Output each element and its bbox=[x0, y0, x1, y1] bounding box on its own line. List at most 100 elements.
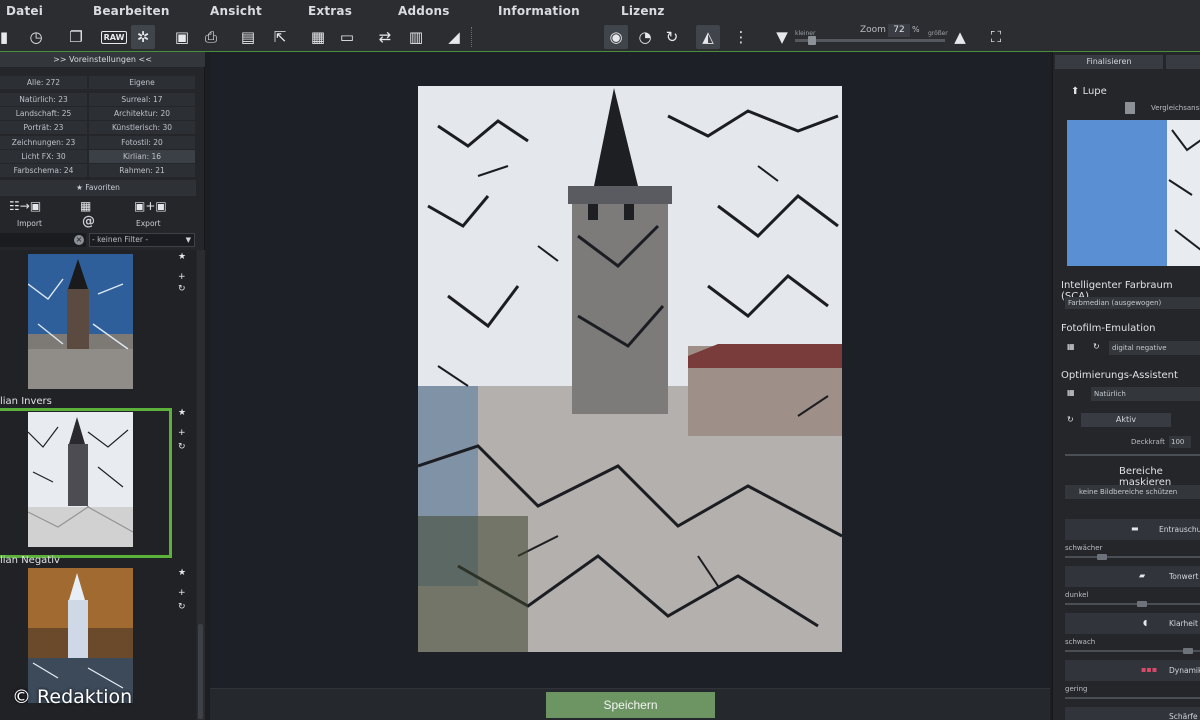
assistant-select[interactable]: Natürlich bbox=[1091, 387, 1200, 401]
thumbnail-scroll-thumb[interactable] bbox=[198, 624, 203, 719]
preset-category-lightfx[interactable]: Licht FX: 30 bbox=[0, 150, 87, 163]
preset-category-architecture[interactable]: Architektur: 20 bbox=[89, 107, 195, 120]
preset-category-all[interactable]: Alle: 272 bbox=[0, 76, 87, 89]
mask-option[interactable]: keine Bildbereiche schützen bbox=[1065, 485, 1200, 499]
raw-icon[interactable]: RAW bbox=[100, 25, 128, 49]
menu-extras[interactable]: Extras bbox=[308, 4, 352, 18]
open-icon[interactable]: ▮ bbox=[0, 25, 16, 49]
refresh-icon-2[interactable]: ↻ bbox=[178, 442, 186, 452]
zoom-percent: % bbox=[912, 25, 920, 34]
menu-information[interactable]: Information bbox=[498, 4, 580, 18]
zoom-slider[interactable] bbox=[795, 39, 945, 42]
preset-thumbnail-3[interactable] bbox=[28, 568, 133, 703]
mirror-icon[interactable]: ◭ bbox=[696, 25, 720, 49]
zoom-value-field[interactable]: 72 bbox=[888, 24, 910, 37]
tonal-slider-handle[interactable] bbox=[1137, 601, 1147, 607]
magnifier-toggle[interactable]: ⬆ Lupe bbox=[1071, 86, 1107, 97]
section-label-noise: Entrauschung bbox=[1159, 525, 1200, 534]
preset-thumbnail-2[interactable] bbox=[28, 412, 133, 547]
save-button[interactable]: Speichern bbox=[546, 692, 715, 718]
clock-icon[interactable]: ◔ bbox=[633, 25, 657, 49]
import-label[interactable]: Import bbox=[17, 219, 42, 228]
active-button[interactable]: Aktiv bbox=[1081, 413, 1171, 427]
preset-category-natural[interactable]: Natürlich: 23 bbox=[0, 93, 87, 106]
section-label-clarity: Klarheit bbox=[1169, 619, 1198, 628]
film-emulation-select[interactable]: digital negative bbox=[1109, 341, 1200, 355]
filter-select[interactable]: - keinen Filter - ▼ bbox=[89, 233, 195, 247]
crop-icon[interactable]: ⛶ bbox=[984, 25, 1008, 49]
preset-category-colorscheme[interactable]: Farbschema: 24 bbox=[0, 164, 87, 177]
arrow-up-icon: ⬆ bbox=[1071, 86, 1083, 97]
split-view-icon[interactable]: ▭ bbox=[335, 25, 359, 49]
favorite-star-icon[interactable]: ★ bbox=[178, 252, 186, 262]
compare-icon[interactable]: ⇄ bbox=[373, 25, 397, 49]
menu-addons[interactable]: Addons bbox=[398, 4, 450, 18]
redo-icon[interactable]: ↻ bbox=[660, 25, 684, 49]
more-icon[interactable]: ⋮ bbox=[729, 25, 753, 49]
arrange-icon[interactable]: ▤ bbox=[236, 25, 260, 49]
preset-category-portrait[interactable]: Porträt: 23 bbox=[0, 121, 87, 134]
dynamics-slider[interactable] bbox=[1065, 697, 1200, 699]
export-preset-icon[interactable]: ▣+▣ bbox=[134, 199, 167, 213]
import-icon[interactable]: ☷→▣ bbox=[9, 199, 41, 213]
preset-category-kirlian[interactable]: Kirlian: 16 bbox=[89, 150, 195, 163]
compare-checkbox[interactable] bbox=[1125, 102, 1135, 114]
favorite-star-icon-2[interactable]: ★ bbox=[178, 408, 186, 418]
zoom-label: Zoom bbox=[860, 25, 886, 35]
print-icon[interactable]: ⎙ bbox=[199, 25, 223, 49]
preset-category-landscape[interactable]: Landschaft: 25 bbox=[0, 107, 87, 120]
clarity-slider[interactable] bbox=[1065, 650, 1200, 652]
preset-category-surreal[interactable]: Surreal: 17 bbox=[89, 93, 195, 106]
film-grid-icon[interactable]: ▦ bbox=[1067, 342, 1075, 351]
preset-category-own[interactable]: Eigene bbox=[89, 76, 195, 89]
opacity-value[interactable]: 100 bbox=[1169, 436, 1191, 448]
frame-icon[interactable]: ▥ bbox=[404, 25, 428, 49]
tonal-slider[interactable] bbox=[1065, 603, 1200, 605]
favorite-star-icon-3[interactable]: ★ bbox=[178, 568, 186, 578]
refresh-icon[interactable]: ↻ bbox=[178, 284, 186, 294]
noise-slider-handle[interactable] bbox=[1097, 554, 1107, 560]
clarity-slider-handle[interactable] bbox=[1183, 648, 1193, 654]
zoom-slider-handle[interactable] bbox=[808, 36, 816, 45]
save-icon[interactable]: ▣ bbox=[170, 25, 194, 49]
preset-category-photostyle[interactable]: Fotostil: 20 bbox=[89, 136, 195, 149]
preset-category-artistic[interactable]: Künstlerisch: 30 bbox=[89, 121, 195, 134]
add-plus-icon-2[interactable]: + bbox=[178, 428, 186, 438]
history-icon[interactable]: ◷ bbox=[24, 25, 48, 49]
at-icon[interactable]: @ bbox=[82, 214, 95, 229]
noise-slider[interactable] bbox=[1065, 556, 1200, 558]
menu-datei[interactable]: Datei bbox=[6, 4, 43, 18]
sca-select[interactable]: Farbmedian (ausgewogen) bbox=[1065, 297, 1200, 309]
menu-lizenz[interactable]: Lizenz bbox=[621, 4, 665, 18]
refresh-icon-3[interactable]: ↻ bbox=[178, 602, 186, 612]
zoom-out-icon[interactable]: ▼ bbox=[770, 25, 794, 49]
menu-bar: Datei Bearbeiten Ansicht Extras Addons I… bbox=[0, 0, 1200, 22]
noise-icon: ▬ bbox=[1131, 524, 1139, 533]
finalize-button[interactable]: Finalisieren bbox=[1055, 55, 1163, 69]
assistant-grid-icon[interactable]: ▦ bbox=[1067, 388, 1075, 397]
opacity-slider[interactable] bbox=[1065, 454, 1200, 456]
preset-category-drawings[interactable]: Zeichnungen: 23 bbox=[0, 136, 87, 149]
assistant-refresh-icon[interactable]: ↻ bbox=[1067, 415, 1074, 424]
batch-icon[interactable]: ❐ bbox=[64, 25, 88, 49]
grid-icon[interactable]: ▦ bbox=[80, 199, 91, 213]
clear-filter-icon[interactable]: × bbox=[74, 235, 84, 245]
film-refresh-icon[interactable]: ↻ bbox=[1093, 342, 1100, 351]
menu-ansicht[interactable]: Ansicht bbox=[210, 4, 262, 18]
settings-gear-icon[interactable]: ✲ bbox=[131, 25, 155, 49]
second-tab-button[interactable] bbox=[1166, 55, 1200, 69]
zoom-in-icon[interactable]: ▲ bbox=[948, 25, 972, 49]
preset-category-frames[interactable]: Rahmen: 21 bbox=[89, 164, 195, 177]
preset-thumbnail-1[interactable] bbox=[28, 254, 133, 389]
adjustments-panel: Finalisieren ⬆ Lupe Vergleichsansicht In… bbox=[1052, 52, 1200, 720]
histogram-icon[interactable]: ◢ bbox=[442, 25, 466, 49]
preview-eye-icon[interactable]: ◉ bbox=[604, 25, 628, 49]
add-plus-icon-3[interactable]: + bbox=[178, 588, 186, 598]
menu-bearbeiten[interactable]: Bearbeiten bbox=[93, 4, 170, 18]
layers-icon[interactable]: ▦ bbox=[306, 25, 330, 49]
favorites-button[interactable]: ★ Favoriten bbox=[0, 180, 196, 196]
add-plus-icon[interactable]: + bbox=[178, 272, 186, 282]
export-icon[interactable]: ⇱ bbox=[268, 25, 292, 49]
export-label[interactable]: Export bbox=[136, 219, 161, 228]
presets-header[interactable]: >> Voreinstellungen << bbox=[0, 52, 205, 67]
